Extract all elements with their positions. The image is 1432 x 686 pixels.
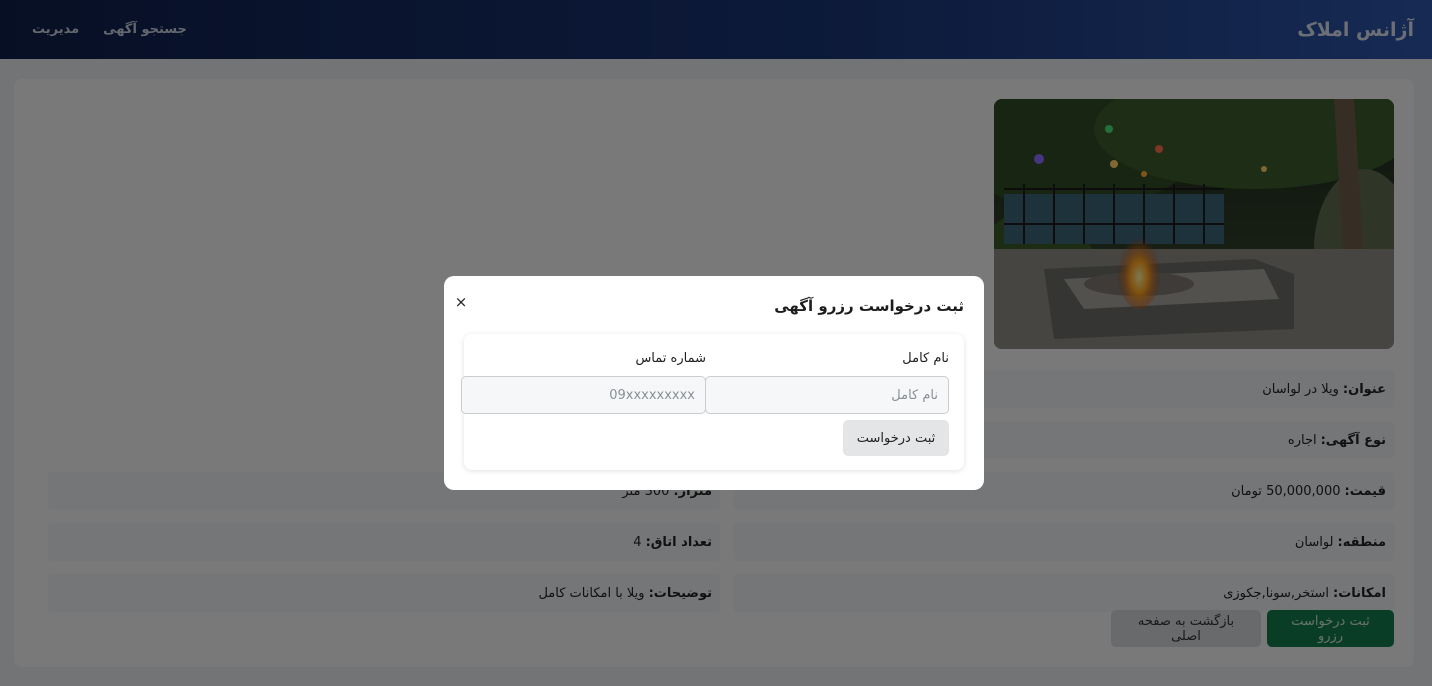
modal-title: ثبت درخواست رزرو آگهی (774, 297, 964, 315)
full-name-label: نام کامل (902, 351, 949, 366)
phone-input[interactable] (461, 376, 706, 414)
submit-request-button[interactable]: ثبت درخواست (843, 420, 949, 456)
reserve-form: نام کامل شماره تماس ثبت درخواست (461, 334, 964, 470)
close-icon[interactable]: × (453, 293, 469, 311)
full-name-input[interactable] (705, 376, 949, 414)
phone-label: شماره تماس (635, 351, 706, 366)
reserve-modal: ثبت درخواست رزرو آگهی × نام کامل شماره ت… (444, 276, 984, 490)
